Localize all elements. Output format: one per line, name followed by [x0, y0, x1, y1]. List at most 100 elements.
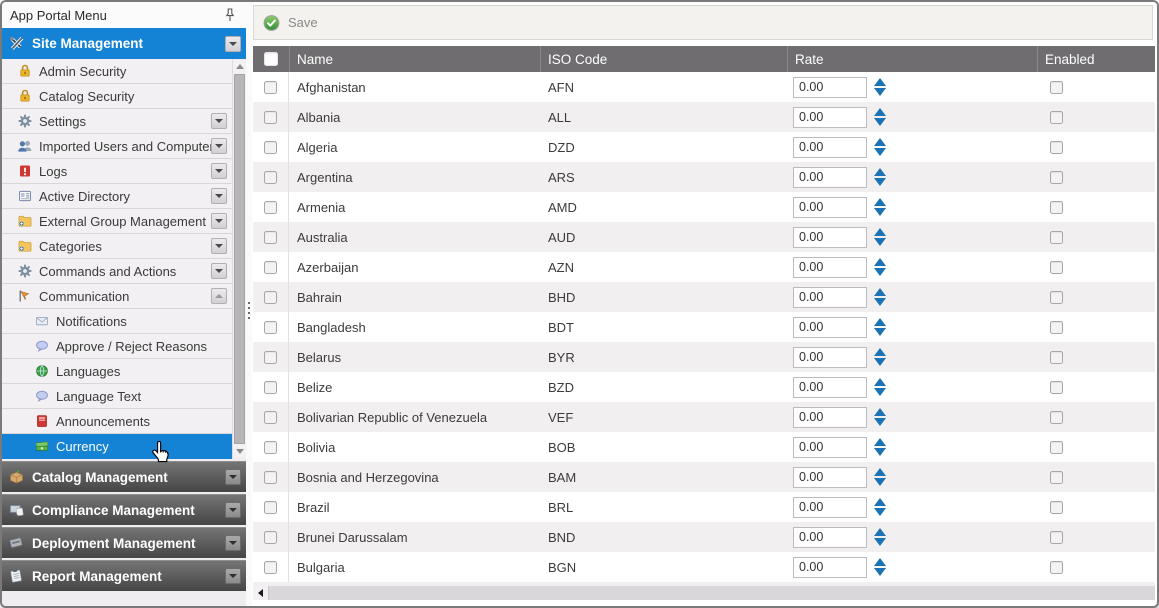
enabled-checkbox[interactable] — [1050, 561, 1063, 574]
expand-section-button[interactable] — [225, 568, 241, 584]
rate-input[interactable] — [793, 467, 867, 488]
spinner-down-icon[interactable] — [874, 418, 886, 426]
enabled-checkbox[interactable] — [1050, 261, 1063, 274]
row-checkbox[interactable] — [264, 111, 277, 124]
rate-input[interactable] — [793, 137, 867, 158]
rate-input[interactable] — [793, 347, 867, 368]
rate-input[interactable] — [793, 167, 867, 188]
row-checkbox[interactable] — [264, 531, 277, 544]
row-checkbox[interactable] — [264, 201, 277, 214]
scrollbar-thumb[interactable] — [234, 74, 245, 444]
column-header-iso-code[interactable]: ISO Code — [540, 46, 787, 72]
spinner-up-icon[interactable] — [874, 498, 886, 506]
rate-input[interactable] — [793, 557, 867, 578]
enabled-checkbox[interactable] — [1050, 111, 1063, 124]
row-checkbox[interactable] — [264, 381, 277, 394]
spinner-up-icon[interactable] — [874, 228, 886, 236]
collapse-button[interactable] — [211, 288, 227, 304]
rate-input[interactable] — [793, 77, 867, 98]
enabled-checkbox[interactable] — [1050, 411, 1063, 424]
spinner-up-icon[interactable] — [874, 288, 886, 296]
row-checkbox[interactable] — [264, 321, 277, 334]
horizontal-scrollbar[interactable] — [253, 586, 1155, 600]
enabled-checkbox[interactable] — [1050, 471, 1063, 484]
sidebar-item-admin-security[interactable]: Admin Security — [2, 59, 232, 84]
expand-button[interactable] — [211, 138, 227, 154]
spinner-down-icon[interactable] — [874, 538, 886, 546]
row-checkbox[interactable] — [264, 171, 277, 184]
spinner-up-icon[interactable] — [874, 198, 886, 206]
sidebar-section-catalog-management[interactable]: Catalog Management — [2, 461, 246, 492]
sidebar-item-active-directory[interactable]: Active Directory — [2, 184, 232, 209]
enabled-checkbox[interactable] — [1050, 531, 1063, 544]
spinner-up-icon[interactable] — [874, 318, 886, 326]
spinner-up-icon[interactable] — [874, 468, 886, 476]
spinner-up-icon[interactable] — [874, 78, 886, 86]
expand-section-button[interactable] — [225, 469, 241, 485]
row-checkbox[interactable] — [264, 231, 277, 244]
row-checkbox[interactable] — [264, 501, 277, 514]
scroll-up-icon[interactable] — [233, 60, 246, 73]
rate-input[interactable] — [793, 197, 867, 218]
expand-button[interactable] — [211, 113, 227, 129]
sidebar-section-compliance-management[interactable]: Compliance Management — [2, 494, 246, 525]
expand-button[interactable] — [211, 188, 227, 204]
expand-button[interactable] — [211, 238, 227, 254]
spinner-down-icon[interactable] — [874, 328, 886, 336]
enabled-checkbox[interactable] — [1050, 141, 1063, 154]
sidebar-section-site-management[interactable]: Site Management — [2, 28, 246, 59]
sidebar-item-approve-reject-reasons[interactable]: Approve / Reject Reasons — [2, 334, 232, 359]
rate-input[interactable] — [793, 317, 867, 338]
spinner-up-icon[interactable] — [874, 408, 886, 416]
scroll-left-icon[interactable] — [253, 586, 269, 600]
sidebar-item-external-group-management[interactable]: External Group Management — [2, 209, 232, 234]
pin-icon[interactable] — [222, 7, 238, 23]
rate-input[interactable] — [793, 407, 867, 428]
sidebar-item-settings[interactable]: Settings — [2, 109, 232, 134]
column-header-name[interactable]: Name — [289, 46, 540, 72]
rate-input[interactable] — [793, 257, 867, 278]
spinner-down-icon[interactable] — [874, 358, 886, 366]
row-checkbox[interactable] — [264, 441, 277, 454]
row-checkbox[interactable] — [264, 471, 277, 484]
expand-button[interactable] — [211, 163, 227, 179]
sidebar-section-deployment-management[interactable]: Deployment Management — [2, 527, 246, 558]
enabled-checkbox[interactable] — [1050, 291, 1063, 304]
enabled-checkbox[interactable] — [1050, 351, 1063, 364]
rate-input[interactable] — [793, 437, 867, 458]
sidebar-item-categories[interactable]: Categories — [2, 234, 232, 259]
rate-input[interactable] — [793, 287, 867, 308]
sidebar-item-announcements[interactable]: Announcements — [2, 409, 232, 434]
spinner-down-icon[interactable] — [874, 118, 886, 126]
spinner-down-icon[interactable] — [874, 238, 886, 246]
spinner-up-icon[interactable] — [874, 168, 886, 176]
spinner-down-icon[interactable] — [874, 88, 886, 96]
spinner-down-icon[interactable] — [874, 448, 886, 456]
spinner-down-icon[interactable] — [874, 478, 886, 486]
enabled-checkbox[interactable] — [1050, 231, 1063, 244]
sidebar-item-currency[interactable]: Currency — [2, 434, 232, 459]
sidebar-item-language-text[interactable]: Language Text — [2, 384, 232, 409]
select-all-checkbox[interactable] — [264, 52, 278, 66]
expand-button[interactable] — [211, 263, 227, 279]
enabled-checkbox[interactable] — [1050, 321, 1063, 334]
spinner-down-icon[interactable] — [874, 568, 886, 576]
spinner-up-icon[interactable] — [874, 258, 886, 266]
spinner-up-icon[interactable] — [874, 108, 886, 116]
enabled-checkbox[interactable] — [1050, 501, 1063, 514]
spinner-down-icon[interactable] — [874, 178, 886, 186]
sidebar-section-report-management[interactable]: Report Management — [2, 560, 246, 591]
sidebar-item-notifications[interactable]: Notifications — [2, 309, 232, 334]
enabled-checkbox[interactable] — [1050, 81, 1063, 94]
enabled-checkbox[interactable] — [1050, 201, 1063, 214]
row-checkbox[interactable] — [264, 141, 277, 154]
expand-section-button[interactable] — [225, 502, 241, 518]
scroll-down-icon[interactable] — [233, 445, 246, 458]
rate-input[interactable] — [793, 527, 867, 548]
rate-input[interactable] — [793, 107, 867, 128]
expand-button[interactable] — [211, 213, 227, 229]
enabled-checkbox[interactable] — [1050, 441, 1063, 454]
row-checkbox[interactable] — [264, 411, 277, 424]
row-checkbox[interactable] — [264, 291, 277, 304]
row-checkbox[interactable] — [264, 261, 277, 274]
